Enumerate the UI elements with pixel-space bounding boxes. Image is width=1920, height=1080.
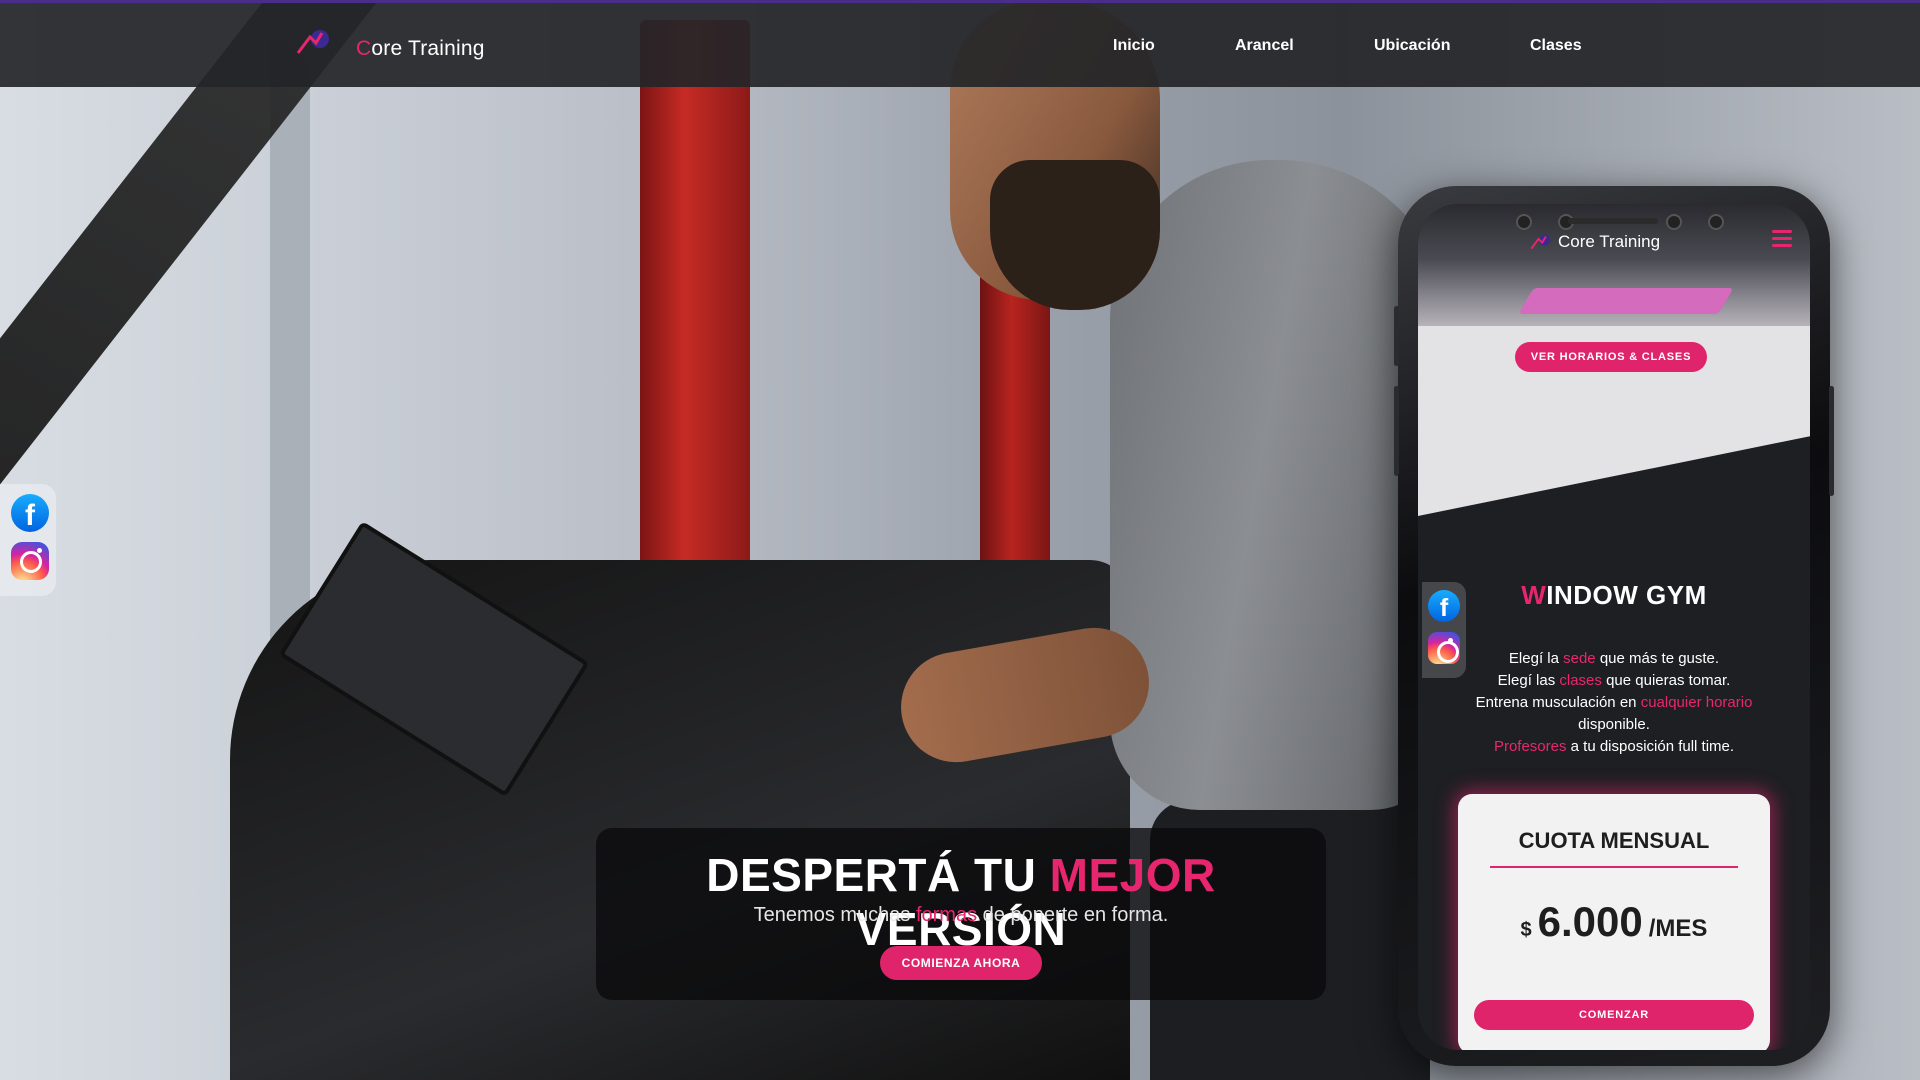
phone-screen: Core Training VER HORARIOS & CLASES f WI… — [1418, 204, 1810, 1050]
description-line: Profesores a tu disposición full time. — [1493, 738, 1735, 755]
view-schedule-button[interactable]: VER HORARIOS & CLASES — [1515, 342, 1707, 372]
gym-description: Elegí la sede que más te guste. Elegí la… — [1438, 648, 1790, 758]
phone-notch — [1418, 204, 1810, 238]
description-line: Elegí la sede que más te guste. — [1508, 650, 1720, 667]
facebook-icon[interactable]: f — [11, 494, 49, 532]
start-button[interactable]: COMENZAR — [1474, 1000, 1754, 1030]
nav-link-inicio[interactable]: Inicio — [1113, 37, 1155, 55]
phone-mockup: Core Training VER HORARIOS & CLASES f WI… — [1394, 186, 1834, 1066]
description-line: Elegí las clases que quieras tomar. — [1497, 672, 1731, 689]
instagram-icon[interactable] — [11, 542, 49, 580]
description-line: disponible. — [1578, 716, 1650, 733]
brand-name[interactable]: Core Training — [356, 37, 485, 61]
start-now-button[interactable]: COMIENZA AHORA — [880, 946, 1042, 980]
price-title: CUOTA MENSUAL — [1518, 828, 1710, 853]
hero-title: DESPERTÁ TU MEJOR VERSIÓN — [706, 849, 1216, 955]
price-divider — [1490, 866, 1738, 868]
description-line: Entrena musculación en cualquier horario — [1475, 694, 1753, 711]
hero-subtitle: Tenemos muchas formas de ponerte en form… — [753, 904, 1169, 926]
price-value: $6.000/MES — [1520, 898, 1708, 945]
nav-link-arancel[interactable]: Arancel — [1235, 37, 1294, 55]
hero-card: DESPERTÁ TU MEJOR VERSIÓN Tenemos muchas… — [596, 828, 1326, 1000]
nav-link-ubicacion[interactable]: Ubicación — [1374, 37, 1450, 55]
nav-link-clases[interactable]: Clases — [1530, 37, 1582, 55]
social-sidebar: f — [0, 484, 56, 596]
gym-title: WINDOW GYM — [1521, 580, 1707, 610]
navbar: Core Training Inicio Arancel Ubicación C… — [0, 3, 1920, 87]
price-card: CUOTA MENSUAL $6.000/MES COMENZAR — [1458, 794, 1770, 1050]
logo-icon[interactable] — [296, 27, 332, 57]
